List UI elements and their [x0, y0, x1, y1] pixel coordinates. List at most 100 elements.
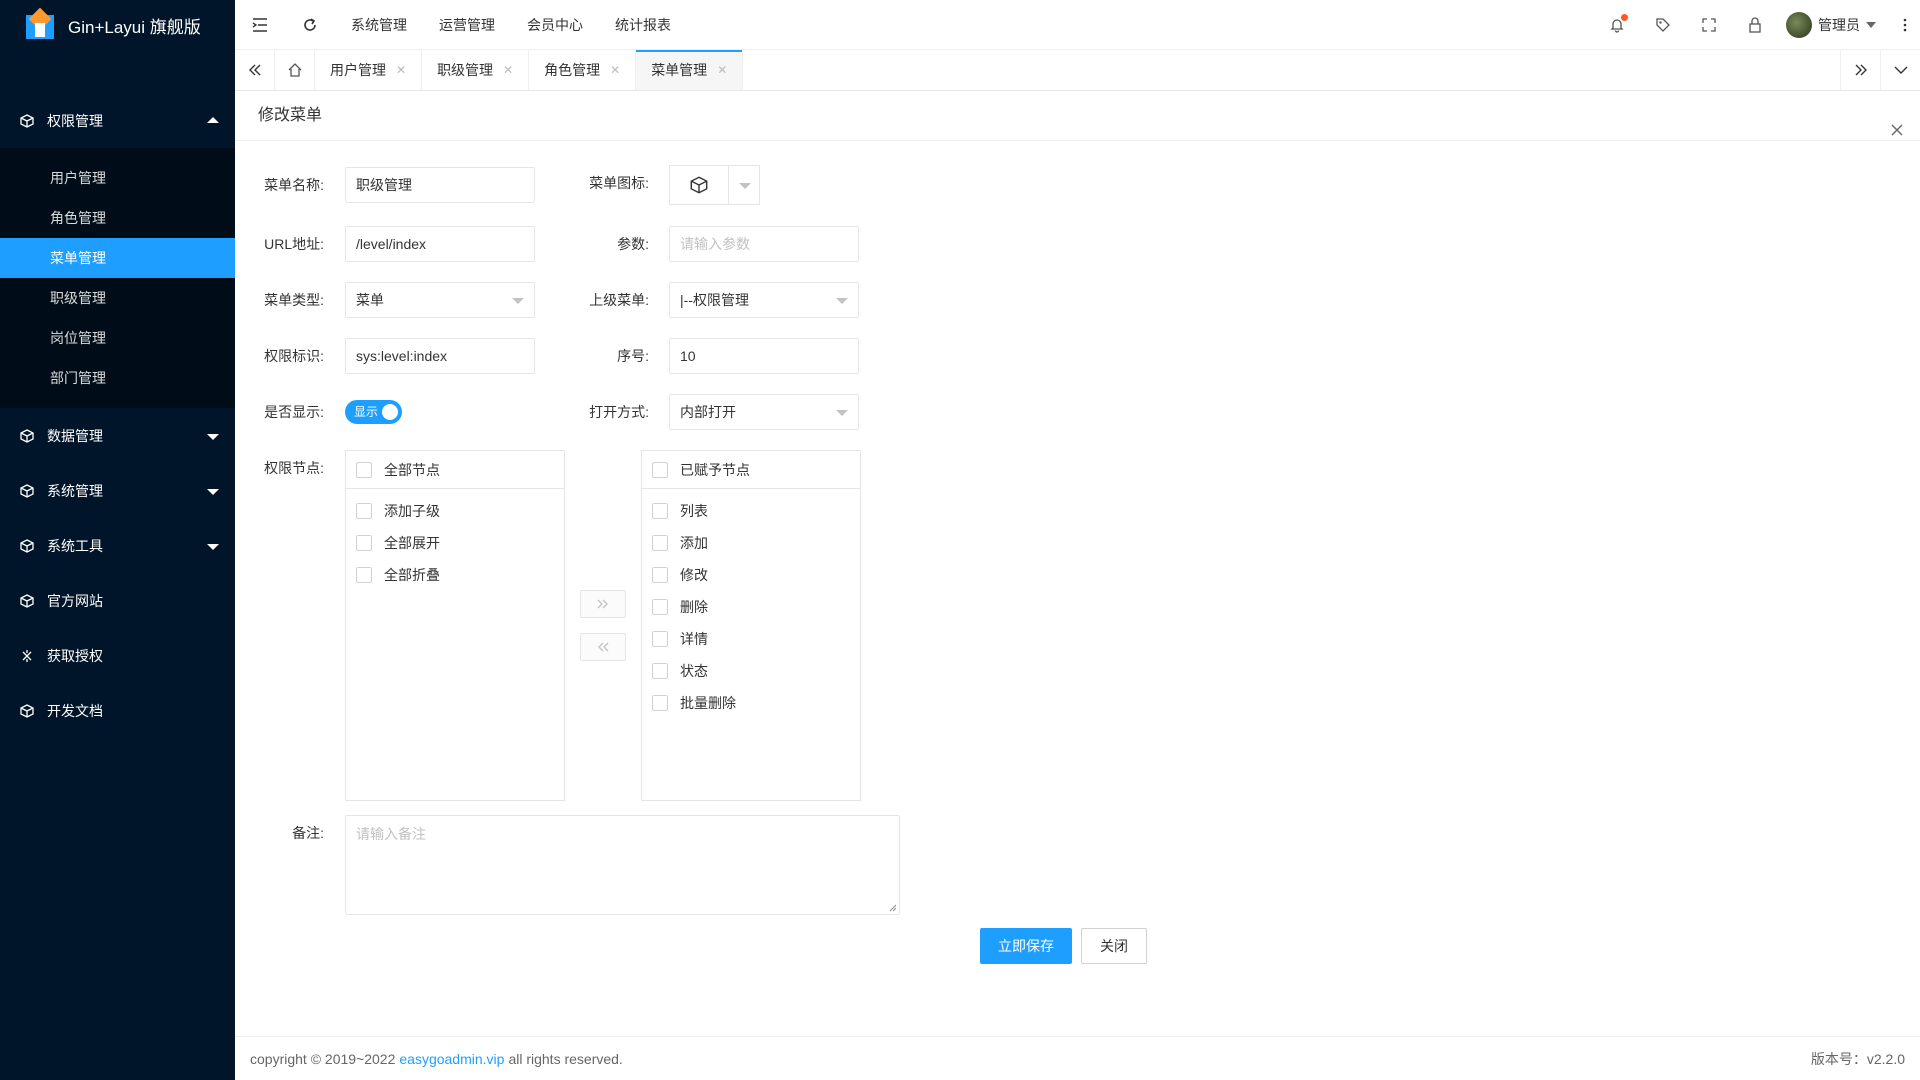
refresh-icon[interactable]: [285, 0, 335, 50]
sidebar-group-tools[interactable]: 系统工具: [0, 518, 235, 573]
sidebar-item-departments[interactable]: 部门管理: [0, 358, 235, 398]
close-icon[interactable]: ✕: [717, 63, 727, 77]
url-input[interactable]: /level/index: [345, 226, 535, 262]
edit-menu-form: 菜单名称: 职级管理 菜单图标: URL地址: /level/index 参数:…: [235, 141, 1920, 1036]
copyright-suffix: all rights reserved.: [508, 1050, 623, 1067]
list-item[interactable]: 添加: [642, 527, 860, 559]
close-icon[interactable]: [1890, 108, 1906, 136]
close-icon[interactable]: ✕: [503, 63, 513, 77]
version-text: 版本号：v2.2.0: [1810, 1050, 1905, 1067]
tabs-controls: [1840, 50, 1920, 90]
cube-icon: [19, 113, 35, 129]
checkbox[interactable]: [652, 599, 668, 615]
tabs-scroll-left-icon[interactable]: [235, 50, 275, 90]
home-icon[interactable]: [275, 50, 315, 90]
visible-switch[interactable]: 显示: [345, 400, 402, 424]
topnav-reports[interactable]: 统计报表: [599, 0, 687, 50]
double-chevron-left-icon: [598, 642, 609, 652]
caret-down-icon: [512, 298, 524, 304]
param-input[interactable]: 请输入参数: [669, 226, 859, 262]
checkbox[interactable]: [356, 503, 372, 519]
topnav-system[interactable]: 系统管理: [335, 0, 423, 50]
list-item-label: 添加: [680, 535, 708, 551]
sidebar-item-docs[interactable]: 开发文档: [0, 683, 235, 738]
header-actions: 管理员: [1594, 0, 1920, 50]
checkbox[interactable]: [356, 461, 372, 478]
checkbox[interactable]: [652, 535, 668, 551]
caret-down-icon: [739, 183, 751, 189]
save-button[interactable]: 立即保存: [980, 928, 1072, 964]
site-link[interactable]: easygoadmin.vip: [399, 1051, 504, 1067]
fullscreen-icon[interactable]: [1686, 0, 1732, 50]
tab-roles[interactable]: 角色管理 ✕: [529, 50, 637, 90]
transfer-right-button[interactable]: [580, 590, 626, 618]
sidebar-item-menus[interactable]: 菜单管理: [0, 238, 235, 278]
parent-menu-select[interactable]: |--权限管理: [669, 282, 859, 318]
note-placeholder: 请输入备注: [356, 826, 426, 842]
checkbox[interactable]: [356, 535, 372, 551]
sidebar-item-levels[interactable]: 职级管理: [0, 278, 235, 318]
tabs-scroll-right-icon[interactable]: [1840, 50, 1880, 90]
icon-picker-dropdown[interactable]: [729, 166, 759, 204]
open-mode-select[interactable]: 内部打开: [669, 394, 859, 430]
app-logo[interactable]: Gin+Layui 旗舰版: [0, 0, 235, 50]
transfer-left-header[interactable]: 全部节点: [346, 451, 564, 489]
checkbox[interactable]: [356, 567, 372, 583]
list-item[interactable]: 修改: [642, 559, 860, 591]
transfer-left-button[interactable]: [580, 633, 626, 661]
sidebar-item-positions[interactable]: 岗位管理: [0, 318, 235, 358]
sidebar-item-website[interactable]: 官方网站: [0, 573, 235, 628]
tag-icon[interactable]: [1640, 0, 1686, 50]
sidebar-item-license[interactable]: 获取授权: [0, 628, 235, 683]
list-item-label: 删除: [680, 599, 708, 615]
menu-toggle-icon[interactable]: [235, 0, 285, 50]
sidebar-group-system[interactable]: 系统管理: [0, 463, 235, 518]
tab-label: 角色管理: [544, 62, 601, 78]
list-item[interactable]: 列表: [642, 495, 860, 527]
bell-icon[interactable]: [1594, 0, 1640, 50]
transfer-right-header[interactable]: 已赋予节点: [642, 451, 860, 489]
lock-icon[interactable]: [1732, 0, 1778, 50]
list-item[interactable]: 详情: [642, 623, 860, 655]
list-item[interactable]: 全部展开: [346, 527, 564, 559]
list-item[interactable]: 批量删除: [642, 687, 860, 719]
checkbox[interactable]: [652, 503, 668, 519]
close-icon[interactable]: ✕: [610, 63, 620, 77]
tab-label: 用户管理: [330, 62, 386, 78]
list-item[interactable]: 删除: [642, 591, 860, 623]
menu-type-select[interactable]: 菜单: [345, 282, 535, 318]
list-item-label: 批量删除: [680, 695, 736, 711]
sidebar-group-permissions[interactable]: 权限管理: [0, 93, 235, 148]
more-vertical-icon[interactable]: [1890, 0, 1920, 50]
note-textarea[interactable]: 请输入备注: [345, 815, 900, 915]
sort-input[interactable]: 10: [669, 338, 859, 374]
list-item[interactable]: 全部折叠: [346, 559, 564, 591]
tab-levels[interactable]: 职级管理 ✕: [422, 50, 530, 90]
sort-label: 序号:: [617, 348, 649, 364]
close-button[interactable]: 关闭: [1081, 928, 1147, 964]
topnav-operations[interactable]: 运营管理: [423, 0, 511, 50]
menu-type-value: 菜单: [356, 292, 384, 308]
tab-users[interactable]: 用户管理 ✕: [315, 50, 423, 90]
checkbox[interactable]: [652, 695, 668, 711]
checkbox[interactable]: [652, 461, 668, 478]
menu-name-input[interactable]: 职级管理: [345, 167, 535, 203]
checkbox[interactable]: [652, 631, 668, 647]
checkbox[interactable]: [652, 567, 668, 583]
panel-header: 修改菜单: [235, 91, 1920, 141]
list-item-label: 详情: [680, 631, 708, 647]
list-item[interactable]: 状态: [642, 655, 860, 687]
list-item[interactable]: 添加子级: [346, 495, 564, 527]
permission-input[interactable]: sys:level:index: [345, 338, 535, 374]
icon-picker[interactable]: [669, 165, 760, 205]
sidebar-item-roles[interactable]: 角色管理: [0, 198, 235, 238]
sidebar-group-data[interactable]: 数据管理: [0, 408, 235, 463]
sidebar-item-users[interactable]: 用户管理: [0, 158, 235, 198]
tab-menus[interactable]: 菜单管理 ✕: [636, 50, 744, 90]
checkbox[interactable]: [652, 663, 668, 679]
close-icon[interactable]: ✕: [396, 63, 406, 77]
chevron-down-icon[interactable]: [1880, 50, 1920, 90]
user-menu[interactable]: 管理员: [1778, 12, 1890, 38]
cube-icon: [19, 428, 35, 444]
topnav-members[interactable]: 会员中心: [511, 0, 599, 50]
